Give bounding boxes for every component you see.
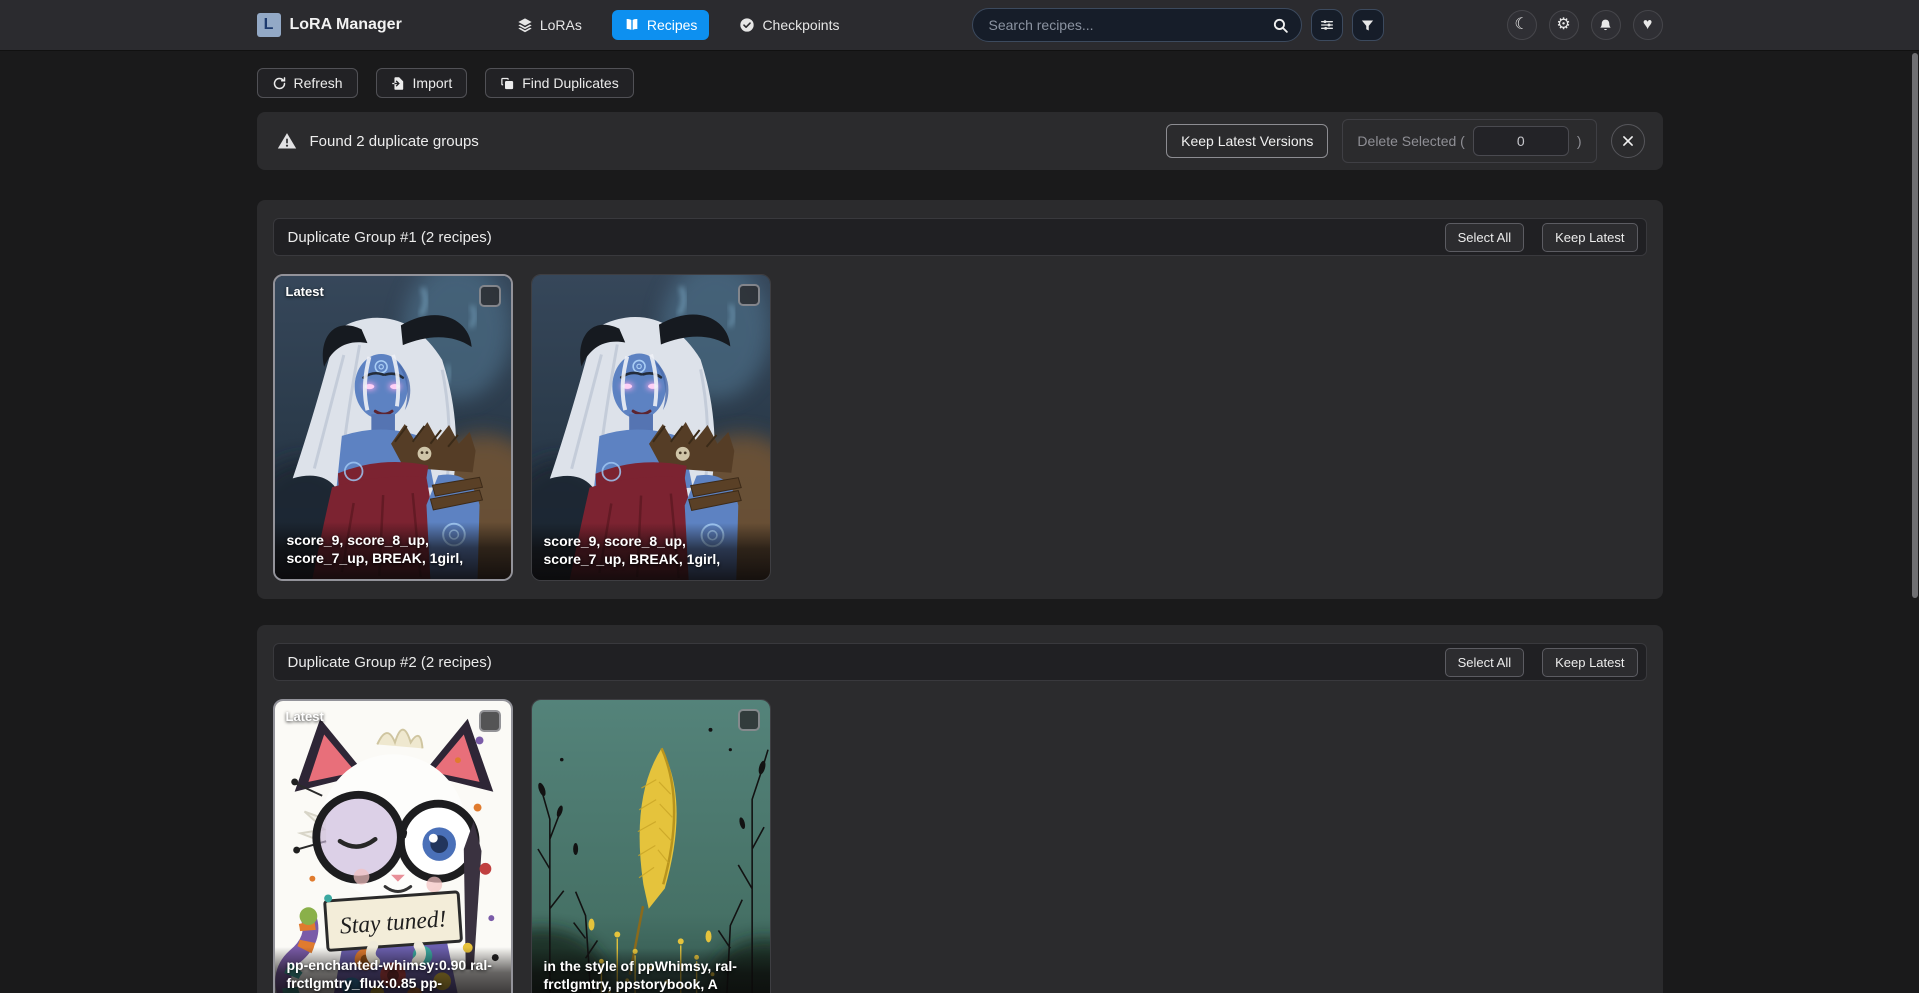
app-logo: L [257,13,281,37]
settings-button[interactable]: ⚙ [1549,10,1579,40]
warning-icon [277,131,297,151]
latest-badge: Latest [286,709,324,724]
group-1-header: Duplicate Group #1 (2 recipes) Select Al… [273,218,1647,256]
search-icon [1272,17,1289,34]
recipe-select-checkbox[interactable] [738,709,760,731]
caption-line-2: frctlgmtry_flux:0.85 pp- [287,975,499,992]
find-duplicates-button[interactable]: Find Duplicates [485,68,634,98]
group-1-cards: Latest score_9, score_8_up, score_7_up, … [273,274,1647,581]
delete-selected-suffix: ) [1577,133,1582,149]
alert-message: Found 2 duplicate groups [310,133,479,150]
caption-line-2: frctlgmtry, ppstorybook, A [544,976,758,993]
group-2-keep-latest-button[interactable]: Keep Latest [1542,648,1637,677]
recipe-caption: score_9, score_8_up, score_7_up, BREAK, … [275,522,511,579]
group-2-title: Duplicate Group #2 (2 recipes) [288,654,492,671]
group-2-cards: Stay tuned! Latest pp-enchanted-whimsy:0… [273,699,1647,993]
toolbar: Refresh Import Find Duplicates [257,68,1663,98]
sliders-button[interactable] [1311,9,1343,41]
layers-icon [517,17,533,33]
brand[interactable]: L LoRA Manager [257,13,402,37]
vertical-scrollbar[interactable] [1912,53,1918,598]
search [972,8,1302,42]
app-title: LoRA Manager [290,16,402,34]
duplicates-icon [500,76,515,91]
delete-selected-button[interactable]: Delete Selected ( ) [1342,119,1596,163]
group-1-select-all-button[interactable]: Select All [1445,223,1524,252]
notifications-button[interactable] [1591,10,1621,40]
group-1-title: Duplicate Group #1 (2 recipes) [288,229,492,246]
bell-icon [1598,18,1613,33]
recipe-card[interactable]: score_9, score_8_up, score_7_up, BREAK, … [531,274,771,581]
recipe-caption: in the style of ppWhimsy, ral- frctlgmtr… [532,948,770,993]
recipe-card[interactable]: in the style of ppWhimsy, ral- frctlgmtr… [531,699,771,993]
caption-line-1: pp-enchanted-whimsy:0.90 ral- [287,957,499,974]
caption-line-1: score_9, score_8_up, [544,533,758,550]
recipe-select-checkbox[interactable] [738,284,760,306]
tab-checkpoints-label: Checkpoints [762,17,839,33]
close-icon [1621,134,1635,148]
recipe-card[interactable]: Latest score_9, score_8_up, score_7_up, … [273,274,513,581]
check-circle-icon [739,17,755,33]
duplicates-alert: Found 2 duplicate groups Keep Latest Ver… [257,112,1663,170]
delete-count-input[interactable] [1473,126,1569,156]
recipe-card[interactable]: Stay tuned! Latest pp-enchanted-whimsy:0… [273,699,513,993]
refresh-label: Refresh [294,75,343,91]
main-content: Refresh Import Find Duplicates [257,68,1663,993]
keep-latest-versions-button[interactable]: Keep Latest Versions [1166,124,1328,158]
alert-close-button[interactable] [1611,124,1645,158]
moon-icon: ☾ [1514,17,1528,33]
group-2-select-all-button[interactable]: Select All [1445,648,1524,677]
book-icon [624,17,640,33]
caption-line-1: score_9, score_8_up, [287,532,499,549]
search-input[interactable] [972,8,1302,42]
import-label: Import [413,75,453,91]
recipe-caption: pp-enchanted-whimsy:0.90 ral- frctlgmtry… [275,947,511,993]
delete-selected-prefix: Delete Selected ( [1357,133,1464,149]
main-nav: LoRAs Recipes Checkpoints [505,10,852,40]
caption-line-1: in the style of ppWhimsy, ral- [544,958,758,975]
refresh-button[interactable]: Refresh [257,68,358,98]
sliders-icon [1319,17,1335,33]
caption-line-2: score_7_up, BREAK, 1girl, [544,551,758,568]
navbar: L LoRA Manager LoRAs R [0,0,1919,50]
refresh-icon [272,76,287,91]
app-window: L LoRA Manager LoRAs R [0,0,1919,993]
file-import-icon [391,76,406,91]
recipe-select-checkbox[interactable] [479,710,501,732]
theme-toggle-button[interactable]: ☾ [1507,10,1537,40]
favorites-button[interactable]: ♥ [1633,10,1663,40]
caption-line-2: score_7_up, BREAK, 1girl, [287,550,499,567]
filter-button[interactable] [1352,9,1384,41]
find-duplicates-label: Find Duplicates [522,75,619,91]
funnel-icon [1360,18,1375,33]
tab-recipes[interactable]: Recipes [612,10,710,40]
duplicate-group-1: Duplicate Group #1 (2 recipes) Select Al… [257,200,1663,599]
tab-loras[interactable]: LoRAs [505,10,594,40]
recipe-select-checkbox[interactable] [479,285,501,307]
latest-badge: Latest [286,284,324,299]
heart-icon: ♥ [1643,17,1653,33]
navbar-icon-group: ☾ ⚙ ♥ [1507,10,1663,40]
tab-loras-label: LoRAs [540,17,582,33]
tab-checkpoints[interactable]: Checkpoints [727,10,851,40]
tab-recipes-label: Recipes [647,17,698,33]
group-1-keep-latest-button[interactable]: Keep Latest [1542,223,1637,252]
recipe-caption: score_9, score_8_up, score_7_up, BREAK, … [532,523,770,580]
gear-icon: ⚙ [1556,17,1570,33]
import-button[interactable]: Import [376,68,468,98]
group-2-header: Duplicate Group #2 (2 recipes) Select Al… [273,643,1647,681]
search-button[interactable] [1266,11,1296,39]
duplicate-group-2: Duplicate Group #2 (2 recipes) Select Al… [257,625,1663,993]
